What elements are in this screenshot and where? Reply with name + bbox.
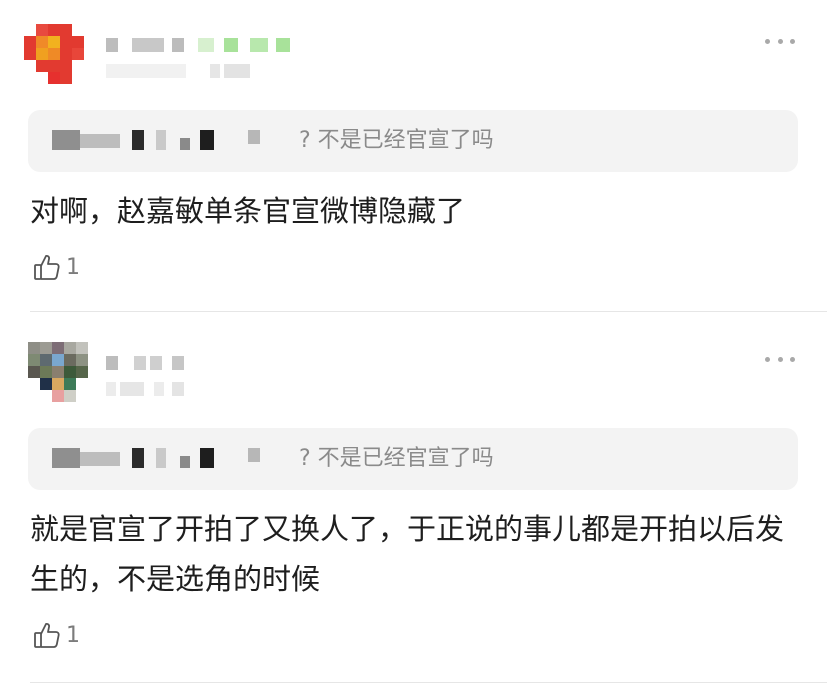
thumbs-up-icon (34, 255, 60, 280)
quoted-reply[interactable]: ? 不是已经官宣了吗 (28, 428, 798, 490)
username[interactable] (106, 356, 206, 370)
divider (30, 311, 827, 312)
like-count: 1 (66, 254, 80, 280)
more-dots-icon (790, 356, 795, 362)
like-button[interactable]: 1 (32, 620, 80, 650)
divider (30, 682, 827, 683)
more-dots-icon (790, 38, 795, 44)
thumbs-up-icon (34, 623, 60, 648)
quoted-username (52, 130, 292, 150)
quoted-username (52, 448, 292, 468)
avatar[interactable] (24, 24, 96, 96)
comment-1: ? 不是已经官宣了吗 对啊，赵嘉敏单条官宣微博隐藏了 1 (0, 0, 827, 312)
comment-body: 对啊，赵嘉敏单条官宣微博隐藏了 (30, 194, 466, 228)
comment-2: ? 不是已经官宣了吗 就是官宣了开拍了又换人了，于正说的事儿都是开拍以后发生的，… (0, 318, 827, 690)
quoted-reply[interactable]: ? 不是已经官宣了吗 (28, 110, 798, 172)
more-dots-icon (777, 356, 783, 362)
more-options-button[interactable] (765, 354, 795, 364)
more-dots-icon (765, 356, 770, 362)
username[interactable] (106, 38, 306, 52)
quoted-text: ? 不是已经官宣了吗 (299, 128, 494, 153)
comment-meta (106, 64, 266, 78)
avatar[interactable] (28, 342, 100, 414)
like-button[interactable]: 1 (32, 252, 80, 282)
comment-body: 就是官宣了开拍了又换人了，于正说的事儿都是开拍以后发生的，不是选角的时候 (30, 512, 785, 596)
more-dots-icon (765, 38, 770, 44)
quoted-text: ? 不是已经官宣了吗 (299, 446, 494, 471)
more-options-button[interactable] (765, 36, 795, 46)
more-dots-icon (777, 38, 783, 44)
like-count: 1 (66, 622, 80, 648)
comment-meta (106, 382, 206, 396)
